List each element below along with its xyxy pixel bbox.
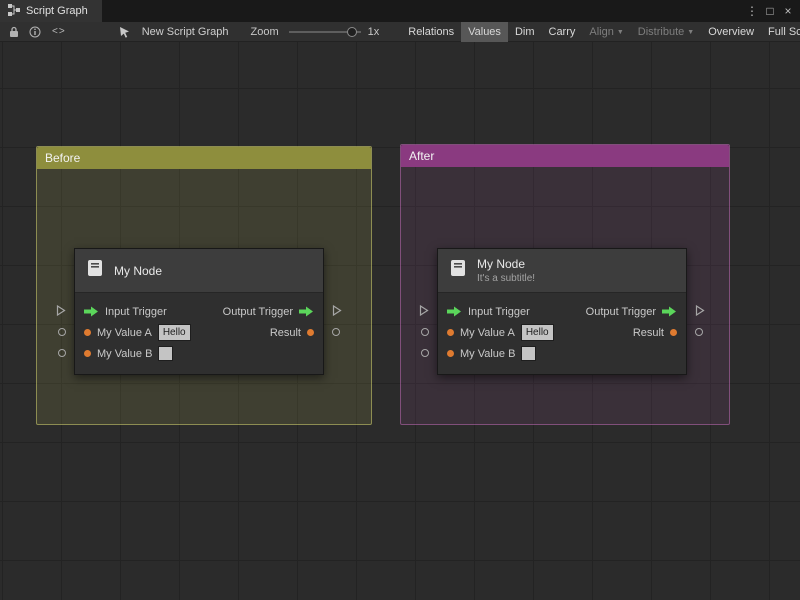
external-trigger-port-left[interactable] (56, 305, 66, 316)
group-before-title: Before (45, 151, 80, 165)
zoom-slider-handle[interactable] (347, 27, 357, 37)
node-title: My Node (477, 257, 535, 271)
node-title: My Node (114, 264, 162, 278)
value-b-field[interactable] (158, 346, 173, 361)
value-port-icon[interactable] (447, 329, 454, 336)
zoom-group: Zoom 1x (251, 25, 380, 39)
tab-script-graph[interactable]: Script Graph (0, 0, 102, 22)
result-port-icon[interactable] (307, 329, 314, 336)
carry-button[interactable]: Carry (542, 22, 583, 42)
window-maximize-icon[interactable]: □ (762, 0, 778, 22)
external-value-port-left[interactable] (58, 328, 66, 336)
trigger-in-icon[interactable] (84, 306, 99, 317)
graph-name[interactable]: New Script Graph (142, 26, 229, 38)
value-a-field[interactable]: Hello (158, 324, 191, 341)
window-menu-icon[interactable]: ⋮ (744, 0, 760, 22)
external-trigger-port-right[interactable] (332, 305, 342, 316)
unit-icon (85, 258, 105, 283)
trigger-in-icon[interactable] (447, 306, 462, 317)
port-label-result: Result (270, 327, 301, 339)
trigger-out-icon[interactable] (662, 306, 677, 317)
lock-icon[interactable] (4, 22, 24, 42)
external-value-port-left[interactable] (421, 349, 429, 357)
unit-icon (448, 258, 468, 283)
values-button[interactable]: Values (461, 22, 508, 42)
external-value-port-right[interactable] (695, 328, 703, 336)
graph-icon (8, 4, 20, 19)
relations-button[interactable]: Relations (401, 22, 461, 42)
external-trigger-port-left[interactable] (419, 305, 429, 316)
trigger-out-icon[interactable] (299, 306, 314, 317)
port-label-input-trigger: Input Trigger (468, 306, 530, 318)
port-label-output-trigger: Output Trigger (586, 306, 656, 318)
window-close-icon[interactable]: × (780, 0, 796, 22)
port-label-result: Result (633, 327, 664, 339)
node-header[interactable]: My Node (75, 249, 323, 293)
zoom-label: Zoom (251, 26, 279, 38)
node-my-node-after[interactable]: My Node It's a subtitle! Input Trigger O… (437, 248, 687, 375)
toolbar-buttons: Relations Values Dim Carry Align▼ Distri… (401, 22, 800, 42)
tab-bar: Script Graph ⋮ □ × (0, 0, 800, 22)
value-b-field[interactable] (521, 346, 536, 361)
distribute-button[interactable]: Distribute▼ (631, 22, 701, 42)
port-label-value-a: My Value A (97, 327, 152, 339)
node-subtitle: It's a subtitle! (477, 273, 535, 284)
script-graph-window: Script Graph ⋮ □ × <> New Script Graph Z… (0, 0, 800, 600)
graph-toolbar: <> New Script Graph Zoom 1x Relations Va… (0, 22, 800, 42)
tab-title: Script Graph (26, 5, 88, 17)
graph-name-group: New Script Graph (110, 22, 229, 42)
group-after-header[interactable]: After (401, 145, 729, 167)
external-value-port-left[interactable] (421, 328, 429, 336)
node-header[interactable]: My Node It's a subtitle! (438, 249, 686, 293)
value-a-field[interactable]: Hello (521, 324, 554, 341)
chevron-down-icon: ▼ (617, 29, 624, 36)
full-screen-button[interactable]: Full Screen (761, 22, 800, 42)
value-port-icon[interactable] (84, 329, 91, 336)
zoom-slider[interactable] (289, 25, 361, 39)
code-icon[interactable]: <> (46, 22, 72, 42)
external-trigger-port-right[interactable] (695, 305, 705, 316)
port-label-output-trigger: Output Trigger (223, 306, 293, 318)
graph-canvas[interactable]: Before After My Node (0, 42, 800, 600)
result-port-icon[interactable] (670, 329, 677, 336)
node-my-node-before[interactable]: My Node Input Trigger Output Trigger (74, 248, 324, 375)
external-value-port-left[interactable] (58, 349, 66, 357)
info-icon[interactable] (24, 22, 46, 42)
chevron-down-icon: ▼ (687, 29, 694, 36)
value-port-icon[interactable] (84, 350, 91, 357)
value-port-icon[interactable] (447, 350, 454, 357)
window-controls: ⋮ □ × (744, 0, 800, 22)
overview-button[interactable]: Overview (701, 22, 761, 42)
port-label-value-a: My Value A (460, 327, 515, 339)
external-value-port-right[interactable] (332, 328, 340, 336)
dim-button[interactable]: Dim (508, 22, 542, 42)
graph-pointer-icon (114, 22, 136, 42)
port-label-value-b: My Value B (97, 348, 152, 360)
zoom-value: 1x (368, 26, 380, 38)
port-label-input-trigger: Input Trigger (105, 306, 167, 318)
align-button[interactable]: Align▼ (582, 22, 630, 42)
group-after-title: After (409, 149, 434, 163)
port-label-value-b: My Value B (460, 348, 515, 360)
group-before-header[interactable]: Before (37, 147, 371, 169)
